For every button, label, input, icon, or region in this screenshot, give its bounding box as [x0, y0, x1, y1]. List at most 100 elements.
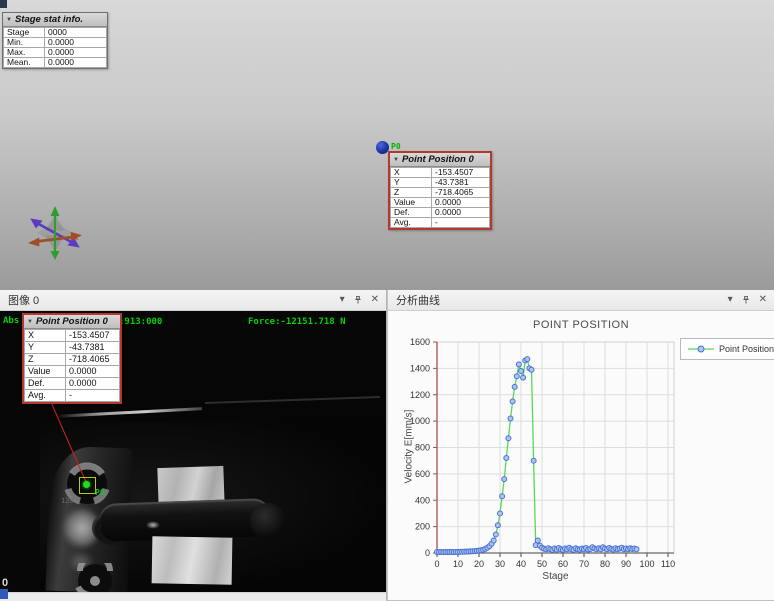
- cell-value: -718.4065: [432, 188, 490, 198]
- svg-text:800: 800: [415, 443, 430, 453]
- force-text: Force:-12151.718 N: [248, 317, 346, 327]
- bottom-strip: [0, 592, 386, 601]
- data-point[interactable]: [502, 477, 507, 482]
- svg-text:1200: 1200: [410, 390, 430, 400]
- image-panel-header[interactable]: 图像 0 ▾ ✕: [0, 290, 386, 311]
- dropdown-icon[interactable]: ▾: [340, 295, 345, 305]
- analysis-panel-header[interactable]: 分析曲线 ▾ ✕: [388, 290, 774, 311]
- data-point[interactable]: [512, 384, 517, 389]
- time-text: :913:000: [119, 317, 162, 327]
- data-point[interactable]: [521, 375, 526, 380]
- cell-value: -43.7381: [66, 342, 120, 354]
- svg-text:1600: 1600: [410, 337, 430, 347]
- close-icon[interactable]: ✕: [371, 295, 379, 305]
- table-row: X-153.4507: [25, 330, 120, 342]
- data-point[interactable]: [495, 523, 500, 528]
- table-header[interactable]: ▼ Point Position 0: [390, 153, 490, 167]
- data-point[interactable]: [504, 456, 509, 461]
- viewport-3d[interactable]: ▼ Stage stat info. Stage0000Min.0.0000Ma…: [0, 0, 774, 291]
- cell-label: Def.: [25, 378, 66, 390]
- data-point[interactable]: [500, 494, 505, 499]
- data-point[interactable]: [634, 547, 639, 552]
- data-point[interactable]: [514, 374, 519, 379]
- cell-value: 0.0000: [432, 198, 490, 208]
- stage-stat-table: ▼ Stage stat info. Stage0000Min.0.0000Ma…: [2, 12, 108, 69]
- data-point[interactable]: [535, 538, 540, 543]
- cell-value: -718.4065: [66, 354, 120, 366]
- collapse-icon[interactable]: ▼: [27, 319, 33, 325]
- dropdown-icon[interactable]: ▾: [728, 295, 733, 305]
- cell-label: Z: [391, 188, 432, 198]
- data-point[interactable]: [525, 357, 530, 362]
- svg-text:30: 30: [495, 559, 505, 569]
- svg-text:600: 600: [415, 469, 430, 479]
- cell-value: -153.4507: [66, 330, 120, 342]
- pin-icon[interactable]: [742, 295, 750, 305]
- data-point[interactable]: [493, 532, 498, 537]
- data-point[interactable]: [510, 399, 515, 404]
- cell-label: Value: [391, 198, 432, 208]
- table-row: Def.0.0000: [25, 378, 120, 390]
- legend-label: Point Position 0: [719, 344, 774, 354]
- svg-text:50: 50: [537, 559, 547, 569]
- table-title: Stage stat info.: [15, 14, 83, 25]
- collapse-icon[interactable]: ▼: [393, 157, 399, 163]
- data-point[interactable]: [498, 511, 503, 516]
- camera-image[interactable]: 120 0 P0 Abs T :913:000 Force:-12151.718…: [0, 311, 386, 592]
- table-header[interactable]: ▼ Point Position 0: [24, 315, 120, 329]
- collapse-icon[interactable]: ▼: [6, 17, 12, 23]
- svg-text:70: 70: [579, 559, 589, 569]
- data-point[interactable]: [519, 369, 524, 374]
- svg-text:1400: 1400: [410, 363, 430, 373]
- data-point[interactable]: [531, 458, 536, 463]
- cell-value: 0.0000: [45, 48, 107, 58]
- table-row: Avg.-: [25, 390, 120, 402]
- point-position-table-image: ▼ Point Position 0 X-153.4507Y-43.7381Z-…: [22, 313, 122, 404]
- table-row: Y-43.7381: [25, 342, 120, 354]
- cell-label: Min.: [4, 38, 45, 48]
- svg-text:90: 90: [621, 559, 631, 569]
- cell-value: 0.0000: [45, 38, 107, 48]
- stat-table-body: Stage0000Min.0.0000Max.0.0000Mean.0.0000: [3, 27, 107, 68]
- svg-text:400: 400: [415, 495, 430, 505]
- table-row: Max.0.0000: [4, 48, 107, 58]
- x-axis-label: Stage: [437, 571, 674, 582]
- close-icon[interactable]: ✕: [759, 295, 767, 305]
- table-header[interactable]: ▼ Stage stat info.: [3, 13, 107, 27]
- app-window: { "viewport": { "stat_table": { "title":…: [0, 0, 774, 599]
- cell-label: Z: [25, 354, 66, 366]
- data-point[interactable]: [516, 362, 521, 367]
- cell-label: Y: [391, 178, 432, 188]
- table-row: Value0.0000: [25, 366, 120, 378]
- pin-icon[interactable]: [354, 295, 362, 305]
- svg-text:0: 0: [434, 559, 439, 569]
- svg-text:60: 60: [558, 559, 568, 569]
- cell-value: -: [66, 390, 120, 402]
- image-panel: 图像 0 ▾ ✕: [0, 290, 386, 599]
- cell-label: Y: [25, 342, 66, 354]
- table-title: Point Position 0: [402, 154, 474, 165]
- data-point[interactable]: [508, 416, 513, 421]
- point-marker-label: P0: [391, 142, 401, 151]
- data-point[interactable]: [506, 436, 511, 441]
- svg-text:80: 80: [600, 559, 610, 569]
- point-position-table-3d: ▼ Point Position 0 X-153.4507Y-43.7381Z-…: [388, 151, 492, 230]
- table-row: Z-718.4065: [25, 354, 120, 366]
- svg-text:0: 0: [425, 548, 430, 558]
- axis-gizmo[interactable]: [28, 206, 82, 260]
- data-point[interactable]: [491, 538, 496, 543]
- svg-text:200: 200: [415, 522, 430, 532]
- cell-value: 0.0000: [66, 366, 120, 378]
- cell-value: 0.0000: [66, 378, 120, 390]
- cell-value: -: [432, 218, 490, 228]
- data-point[interactable]: [529, 367, 534, 372]
- tracking-marker-dot: [83, 481, 90, 488]
- point-table-body: X-153.4507Y-43.7381Z-718.4065Value0.0000…: [24, 329, 120, 402]
- table-row: Stage0000: [4, 28, 107, 38]
- svg-text:100: 100: [639, 559, 654, 569]
- legend-box[interactable]: Point Position 0: [680, 338, 774, 360]
- bottom-dock: 图像 0 ▾ ✕: [0, 290, 774, 599]
- tracking-marker[interactable]: [79, 477, 96, 494]
- corner-artifact: [0, 0, 7, 8]
- panel-title: 图像 0: [0, 292, 340, 308]
